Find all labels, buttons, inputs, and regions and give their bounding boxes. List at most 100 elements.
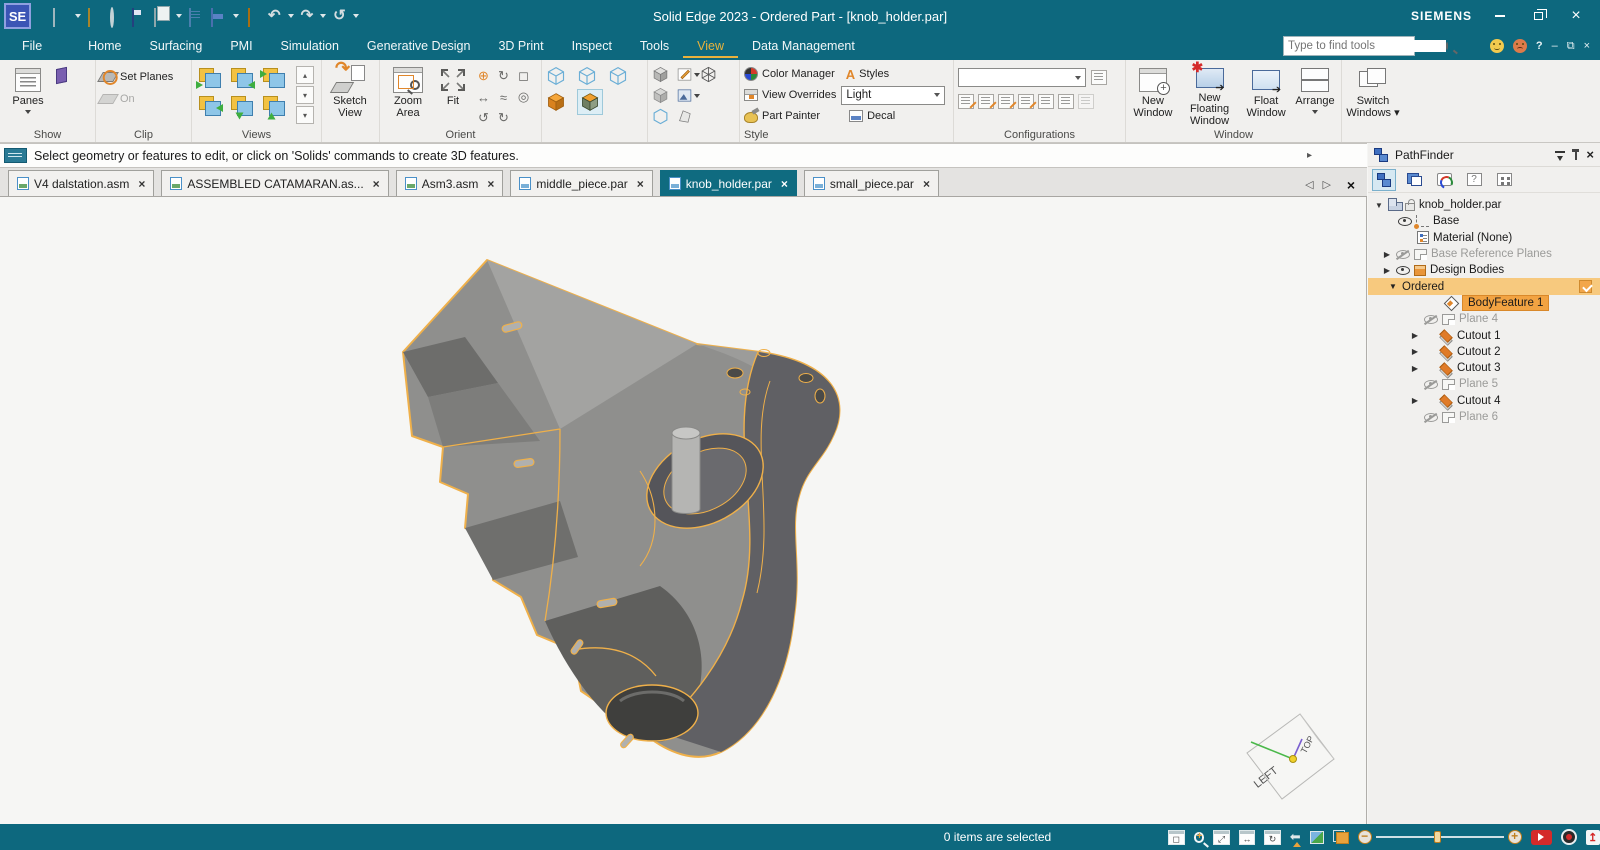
tab-close-icon[interactable]: × [373, 177, 380, 191]
pathfinder-display-options-icon[interactable] [1555, 150, 1566, 161]
find-tools-search[interactable] [1283, 36, 1448, 56]
zoom-width-status-icon[interactable]: ↔ [1238, 829, 1256, 845]
edit-configuration-icon[interactable] [998, 94, 1017, 109]
hyperlink-icon[interactable] [110, 6, 125, 28]
tab-surfacing[interactable]: Surfacing [136, 34, 217, 58]
part-painter-button[interactable]: Part Painter [744, 107, 820, 125]
zoom-slider[interactable]: − + [1357, 830, 1522, 844]
hidden-edges-view-icon[interactable] [608, 66, 628, 86]
tab-generative-design[interactable]: Generative Design [353, 34, 485, 58]
feedback-negative-icon[interactable] [1512, 39, 1527, 53]
panes-button[interactable]: Panes [4, 64, 52, 127]
view-overrides-button[interactable]: View Overrides [744, 86, 836, 104]
views-scroll-up-button[interactable]: ▴ [296, 66, 314, 84]
shaded-view-icon[interactable] [546, 92, 566, 112]
rename-configuration-icon[interactable] [1018, 94, 1037, 109]
decal-button[interactable]: Decal [849, 107, 895, 125]
tree-item[interactable]: ▶ Cutout 4 [1368, 393, 1600, 409]
edit-definition-button[interactable] [676, 66, 700, 83]
expand-icon[interactable]: ▶ [1410, 396, 1420, 405]
share-icon[interactable]: ↥ [1585, 829, 1600, 845]
hidden-eye-icon[interactable] [1424, 314, 1438, 324]
tree-item-selected[interactable]: BodyFeature 1 [1368, 294, 1600, 311]
tab-pmi[interactable]: PMI [216, 34, 266, 58]
configurations-dropdown[interactable] [958, 68, 1086, 87]
set-planes-button[interactable]: Set Planes [97, 68, 187, 86]
tree-item[interactable]: ▶ Cutout 2 [1368, 344, 1600, 360]
3d-model[interactable] [395, 236, 855, 796]
apply-configuration-icon[interactable] [958, 94, 977, 109]
color-manager-button[interactable]: Color Manager [744, 65, 835, 83]
restore-button[interactable] [1528, 7, 1548, 25]
outline-display-icon[interactable] [652, 108, 669, 125]
feedback-positive-icon[interactable] [1489, 39, 1504, 53]
new-document-icon[interactable] [53, 7, 68, 27]
zoom-status-icon[interactable] [1193, 831, 1205, 843]
image-view-dropdown-icon[interactable] [233, 14, 239, 18]
layers-tab[interactable] [1402, 169, 1426, 191]
tree-item[interactable]: Material (None) [1368, 230, 1600, 246]
tab-strip-close-icon[interactable]: × [1347, 177, 1355, 193]
open-icon[interactable] [88, 7, 103, 27]
document-tab[interactable]: middle_piece.par × [510, 170, 653, 196]
document-tab[interactable]: small_piece.par × [803, 170, 939, 196]
rotate-status-icon[interactable]: ↻ [1264, 829, 1281, 845]
tab-close-icon[interactable]: × [637, 177, 644, 191]
duplicate-window-icon[interactable] [1058, 94, 1074, 109]
tree-item[interactable]: Plane 4 [1368, 311, 1600, 327]
tree-item[interactable]: ▶ Design Bodies [1368, 262, 1600, 278]
switch-windows-button[interactable]: Switch Windows ▾ [1346, 64, 1400, 127]
tab-view[interactable]: View [683, 34, 738, 58]
tab-close-icon[interactable]: × [923, 177, 930, 191]
sensors-tab[interactable] [1432, 169, 1456, 191]
close-button[interactable]: × [1566, 7, 1586, 25]
hidden-eye-icon[interactable] [1424, 379, 1438, 389]
ribbon-restore-icon[interactable]: ⧉ [1567, 40, 1575, 53]
styles-button[interactable]: A Styles [846, 65, 889, 83]
perspective-view-icon[interactable] [676, 108, 693, 125]
new-floating-window-button[interactable]: ✱ ➔ New Floating Window [1180, 61, 1239, 127]
search-icon[interactable] [1446, 42, 1448, 50]
save-icon[interactable] [132, 7, 147, 27]
visible-edges-view-icon[interactable] [577, 66, 597, 86]
image-view-icon[interactable] [211, 7, 226, 27]
ribbon-close-icon[interactable]: × [1584, 40, 1590, 52]
tab-inspect[interactable]: Inspect [558, 34, 626, 58]
previous-view-icon[interactable]: ⬅ [1290, 829, 1301, 847]
tree-item[interactable]: ▶ Base Reference Planes [1368, 246, 1600, 262]
copy-dropdown-icon[interactable] [176, 14, 182, 18]
sketch-view-button[interactable]: ↷ Sketch View [326, 59, 374, 127]
tree-item-root[interactable]: ▼ knob_holder.par [1368, 197, 1600, 213]
document-tab[interactable]: V4 dalstation.asm × [8, 170, 155, 196]
tree-item-ordered[interactable]: ▼ Ordered [1368, 278, 1600, 295]
tab-home[interactable]: Home [74, 34, 135, 58]
minimize-button[interactable] [1490, 7, 1510, 25]
zoom-area-button[interactable]: Zoom Area [384, 64, 432, 127]
new-window-button[interactable]: + New Window [1130, 64, 1176, 127]
view-box-icon[interactable]: ◻ [514, 66, 533, 86]
list-view-icon[interactable] [189, 7, 204, 27]
zoom-in-icon[interactable]: + [1507, 830, 1522, 844]
tree-item[interactable]: ▶ Cutout 3 [1368, 360, 1600, 376]
redo-dropdown-icon[interactable] [320, 14, 327, 18]
exit-icon[interactable] [246, 7, 261, 27]
ribbon-minimize-icon[interactable]: – [1552, 40, 1558, 52]
named-views-icon[interactable] [1333, 830, 1350, 844]
fit-button[interactable]: Fit [432, 64, 474, 127]
copy-configuration-icon[interactable] [1038, 94, 1054, 109]
zoom-slider-handle[interactable] [1433, 831, 1441, 844]
tab-scroll-right-icon[interactable]: ▷ [1323, 178, 1331, 191]
document-tab-active[interactable]: knob_holder.par × [659, 170, 797, 196]
tree-item[interactable]: ▶ Cutout 1 [1368, 327, 1600, 343]
info-tab[interactable]: ? [1462, 169, 1486, 191]
tab-file[interactable]: File [8, 34, 56, 58]
tab-scroll-left-icon[interactable]: ◁ [1305, 178, 1313, 191]
delete-configuration-icon[interactable] [1078, 94, 1094, 109]
collapse-icon[interactable]: ▼ [1374, 201, 1384, 210]
tab-tools[interactable]: Tools [626, 34, 683, 58]
zoom-slider-track[interactable] [1375, 831, 1504, 844]
expand-icon[interactable]: ▶ [1410, 364, 1420, 373]
hidden-eye-icon[interactable] [1424, 412, 1438, 422]
float-window-button[interactable]: ➔ Float Window [1243, 64, 1289, 127]
view-orientation-triad[interactable]: LEFT TOP [1225, 698, 1335, 803]
